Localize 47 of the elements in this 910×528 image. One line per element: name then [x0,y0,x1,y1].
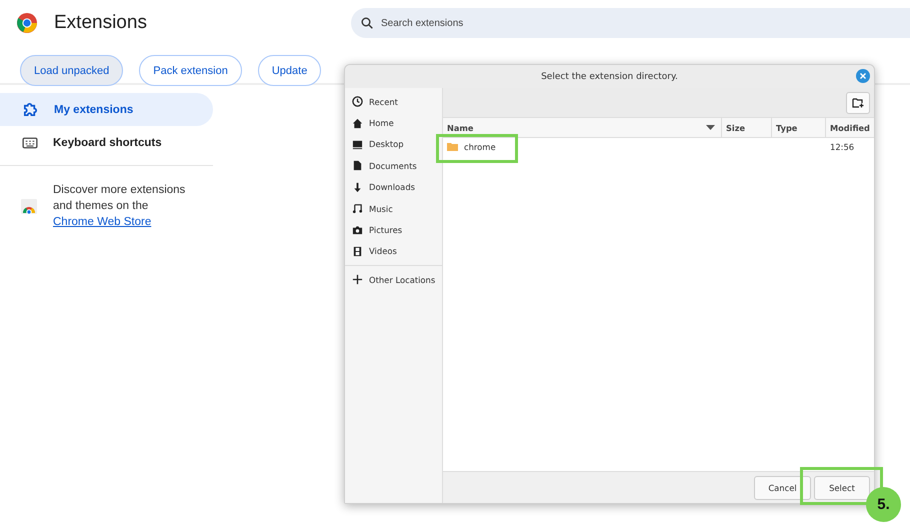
toolbar-button[interactable]: Load unpacked [20,55,124,86]
place-item[interactable]: Downloads [345,176,442,198]
place-item[interactable]: Desktop [345,134,442,156]
web-store-icon [21,198,37,214]
place-item[interactable]: Other Locations [345,269,442,291]
place-item[interactable]: Documents [345,155,442,177]
film-icon [352,246,363,257]
column-header[interactable]: Size [726,122,746,132]
music-note-icon [352,203,363,214]
place-item[interactable]: Videos [345,240,442,262]
place-item[interactable]: Recent [345,91,442,112]
puzzle-icon [22,101,39,118]
file-name[interactable]: chrome [464,142,496,152]
cancel-button[interactable]: Cancel [754,476,811,500]
web-store-link[interactable]: Chrome Web Store [53,216,152,228]
sidebar-item[interactable]: My extensions [0,93,213,126]
sort-arrow-icon[interactable] [706,124,715,130]
plus-icon [352,274,363,286]
page-title: Extensions [54,12,148,34]
down-arrow-icon [352,182,363,193]
new-folder-icon [852,97,864,108]
toolbar-button[interactable]: Update [258,55,322,86]
monitor-icon [352,138,363,150]
house-icon [352,118,363,129]
close-icon[interactable] [856,69,870,83]
sidebar-item[interactable]: Keyboard shortcuts [0,126,213,159]
clock-icon [352,96,363,108]
column-header[interactable]: Type [776,122,798,132]
modified-time: 12:56 [829,142,856,152]
camera-icon [352,224,363,236]
chrome-logo-icon [17,13,37,33]
step-badge: 5. [866,487,901,522]
document-icon [352,160,363,172]
search-icon [361,17,373,29]
column-header[interactable]: Modified [830,122,870,132]
promo-text: Discover more extensions and themes on the Chrome Web Store [53,183,186,230]
place-item[interactable]: Home [345,112,442,134]
toolbar-button[interactable]: Pack extension [139,55,242,86]
place-item[interactable]: Pictures [345,219,442,241]
place-item[interactable]: Music [345,198,442,220]
new-folder-button[interactable] [846,92,870,114]
select-button[interactable]: Select [814,476,870,500]
search-field[interactable]: Search extensions [351,8,910,38]
column-header[interactable]: Name [447,122,474,132]
dialog-title: Select the extension directory. [541,72,678,82]
keyboard-icon [22,136,38,148]
folder-icon [447,142,458,151]
